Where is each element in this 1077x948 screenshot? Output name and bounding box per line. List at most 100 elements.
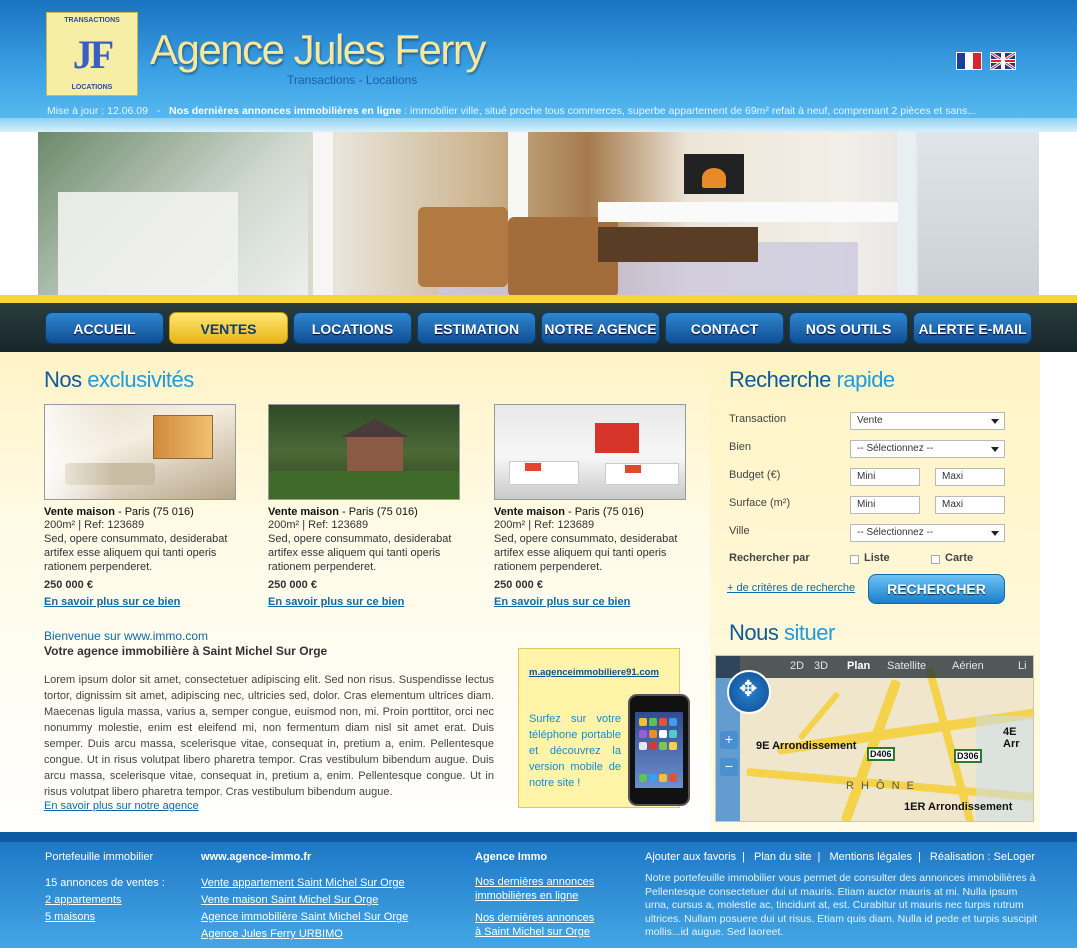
welcome-title: Bienvenue sur www.immo.com [44,629,209,643]
uk-flag-icon[interactable] [990,52,1016,70]
nav-locations[interactable]: LOCATIONS [293,312,412,344]
more-criteria-link[interactable]: + de critères de recherche [727,582,855,594]
zoom-in-icon[interactable]: + [720,731,738,749]
map-tab-more[interactable]: Li [1018,660,1027,672]
property-photo[interactable] [268,404,460,500]
map-tab-satellite[interactable]: Satellite [887,660,926,672]
footer-link[interactable]: Agence immobilière Saint Michel Sur Orge [201,909,408,926]
footer-link[interactable]: 2 appartements [45,892,165,909]
transaction-select[interactable]: Vente [850,412,1005,430]
nav-accueil[interactable]: ACCUEIL [45,312,164,344]
locate-title-b: situer [783,620,835,645]
nav-estimation[interactable]: ESTIMATION [417,312,536,344]
fr-flag-icon[interactable] [956,52,982,70]
footer-link[interactable]: Agence Jules Ferry URBIMO [201,926,408,943]
surface-label: Surface (m²) [729,497,791,509]
property-meta: 200m² | Ref: 123689 [268,519,369,531]
zoom-out-icon[interactable]: − [720,758,738,776]
property-type: Vente maison [494,506,565,518]
mobile-promo-text: Surfez sur votre téléphone portable et d… [529,713,621,789]
map-checkbox-label[interactable]: Carte [945,552,973,564]
search-button[interactable]: RECHERCHER [868,574,1005,604]
bien-select[interactable]: -- Sélectionnez -- [850,440,1005,458]
logo[interactable]: TRANSACTIONS JF LOCATIONS [46,12,138,96]
property-price: 250 000 € [494,579,543,591]
nav-notre-agence[interactable]: NOTRE AGENCE [541,312,660,344]
property-description: Sed, opere consummato, desiderabat artif… [494,533,678,573]
map-label: R H Ô N E [846,780,916,792]
logo-bottom-text: LOCATIONS [71,84,113,91]
property-type: Vente maison [44,506,115,518]
legal-link[interactable]: Mentions légales [829,851,912,863]
property-card: Vente maison - Paris (75 016) 200m² | Re… [494,404,694,608]
footer-link[interactable]: Nos dernières annonces à Saint Michel su… [475,911,600,939]
mobile-site-link[interactable]: m.agenceimmobiliere91.com [529,667,659,678]
property-type: Vente maison [268,506,339,518]
footer-description: Notre portefeuille immobilier vous perme… [645,872,1038,938]
property-details-link[interactable]: En savoir plus sur ce bien [494,596,694,608]
welcome-body: Lorem ipsum dolor sit amet, consectetuer… [44,674,494,798]
welcome-section: Bienvenue sur www.immo.com Votre agence … [44,629,494,812]
sitemap-link[interactable]: Plan du site [754,851,811,863]
list-checkbox[interactable] [850,555,859,564]
list-checkbox-label[interactable]: Liste [864,552,890,564]
map-checkbox[interactable] [931,555,940,564]
ticker-title[interactable]: Nos dernières annonces immobilières en l… [169,105,401,117]
road-sign: D406 [867,747,895,761]
nav-alerte-email[interactable]: ALERTE E-MAIL [913,312,1032,344]
smartphone-icon [628,694,690,806]
exclusives-title: Nos exclusivités [44,367,194,393]
agency-info-link[interactable]: En savoir plus sur notre agence [44,800,494,812]
surface-min-input[interactable]: Mini [850,496,920,514]
map-tab-plan[interactable]: Plan [847,660,870,672]
credits-link[interactable]: Réalisation : SeLoger [930,851,1035,863]
search-title-b: rapide [836,367,896,392]
nav-nos-outils[interactable]: NOS OUTILS [789,312,908,344]
footer-portfolio-title: Portefeuille immobilier [45,851,154,863]
search-by-label: Rechercher par [729,552,810,564]
footer-link[interactable]: 5 maisons [45,909,165,926]
footer-utility-links: Ajouter aux favoris | Plan du site | Menti… [645,851,1036,863]
property-price: 250 000 € [44,579,93,591]
property-details-link[interactable]: En savoir plus sur ce bien [44,596,244,608]
nav-ventes[interactable]: VENTES [169,312,288,344]
news-ticker: Mise à jour : 12.06.09 - Nos dernières a… [47,105,976,117]
map-tab-3d[interactable]: 3D [814,660,828,672]
property-location: - Paris (75 016) [114,506,194,518]
road-sign: D306 [954,749,982,763]
search-title: Recherche rapide [729,367,895,393]
budget-label: Budget (€) [729,469,781,481]
footer-portfolio: Portefeuille immobilier 15 annonces de v… [45,851,165,926]
ville-select[interactable]: -- Sélectionnez -- [850,524,1005,542]
location-map[interactable]: 2D 3D Plan Satellite Aérien Li + − 9E Ar… [715,655,1034,822]
footer-agence-immo: Agence Immo Nos dernières annonces immob… [475,851,600,939]
property-description: Sed, opere consummato, desiderabat artif… [268,533,452,573]
map-tab-2d[interactable]: 2D [790,660,804,672]
add-favorites-link[interactable]: Ajouter aux favoris [645,851,736,863]
footer-top-band [0,832,1077,842]
footer-link[interactable]: Vente appartement Saint Michel Sur Orge [201,875,408,892]
property-photo[interactable] [494,404,686,500]
map-label: 4E Arr [1003,726,1020,750]
property-card: Vente maison - Paris (75 016) 200m² | Re… [268,404,468,608]
property-meta: 200m² | Ref: 123689 [44,519,145,531]
welcome-subtitle: Votre agence immobilière à Saint Michel … [44,644,328,658]
hero-banner-image [38,132,1039,300]
footer-link[interactable]: Vente maison Saint Michel Sur Orge [201,892,408,909]
footer-site-title: www.agence-immo.fr [201,851,312,863]
footer-link[interactable]: Nos dernières annonces immobilières en l… [475,875,600,903]
property-price: 250 000 € [268,579,317,591]
map-pan-control-icon[interactable] [727,670,771,714]
budget-min-input[interactable]: Mini [850,468,920,486]
logo-top-text: TRANSACTIONS [64,17,120,24]
map-label: 1ER Arrondissement [904,801,1013,813]
map-tab-aerien[interactable]: Aérien [952,660,984,672]
budget-max-input[interactable]: Maxi [935,468,1005,486]
ticker-text[interactable]: : immobilier ville, situé proche tous co… [404,105,976,117]
property-photo[interactable] [44,404,236,500]
nav-contact[interactable]: CONTACT [665,312,784,344]
header-strip [0,118,1077,132]
surface-max-input[interactable]: Maxi [935,496,1005,514]
property-details-link[interactable]: En savoir plus sur ce bien [268,596,468,608]
agency-subtitle: Transactions - Locations [287,73,418,87]
